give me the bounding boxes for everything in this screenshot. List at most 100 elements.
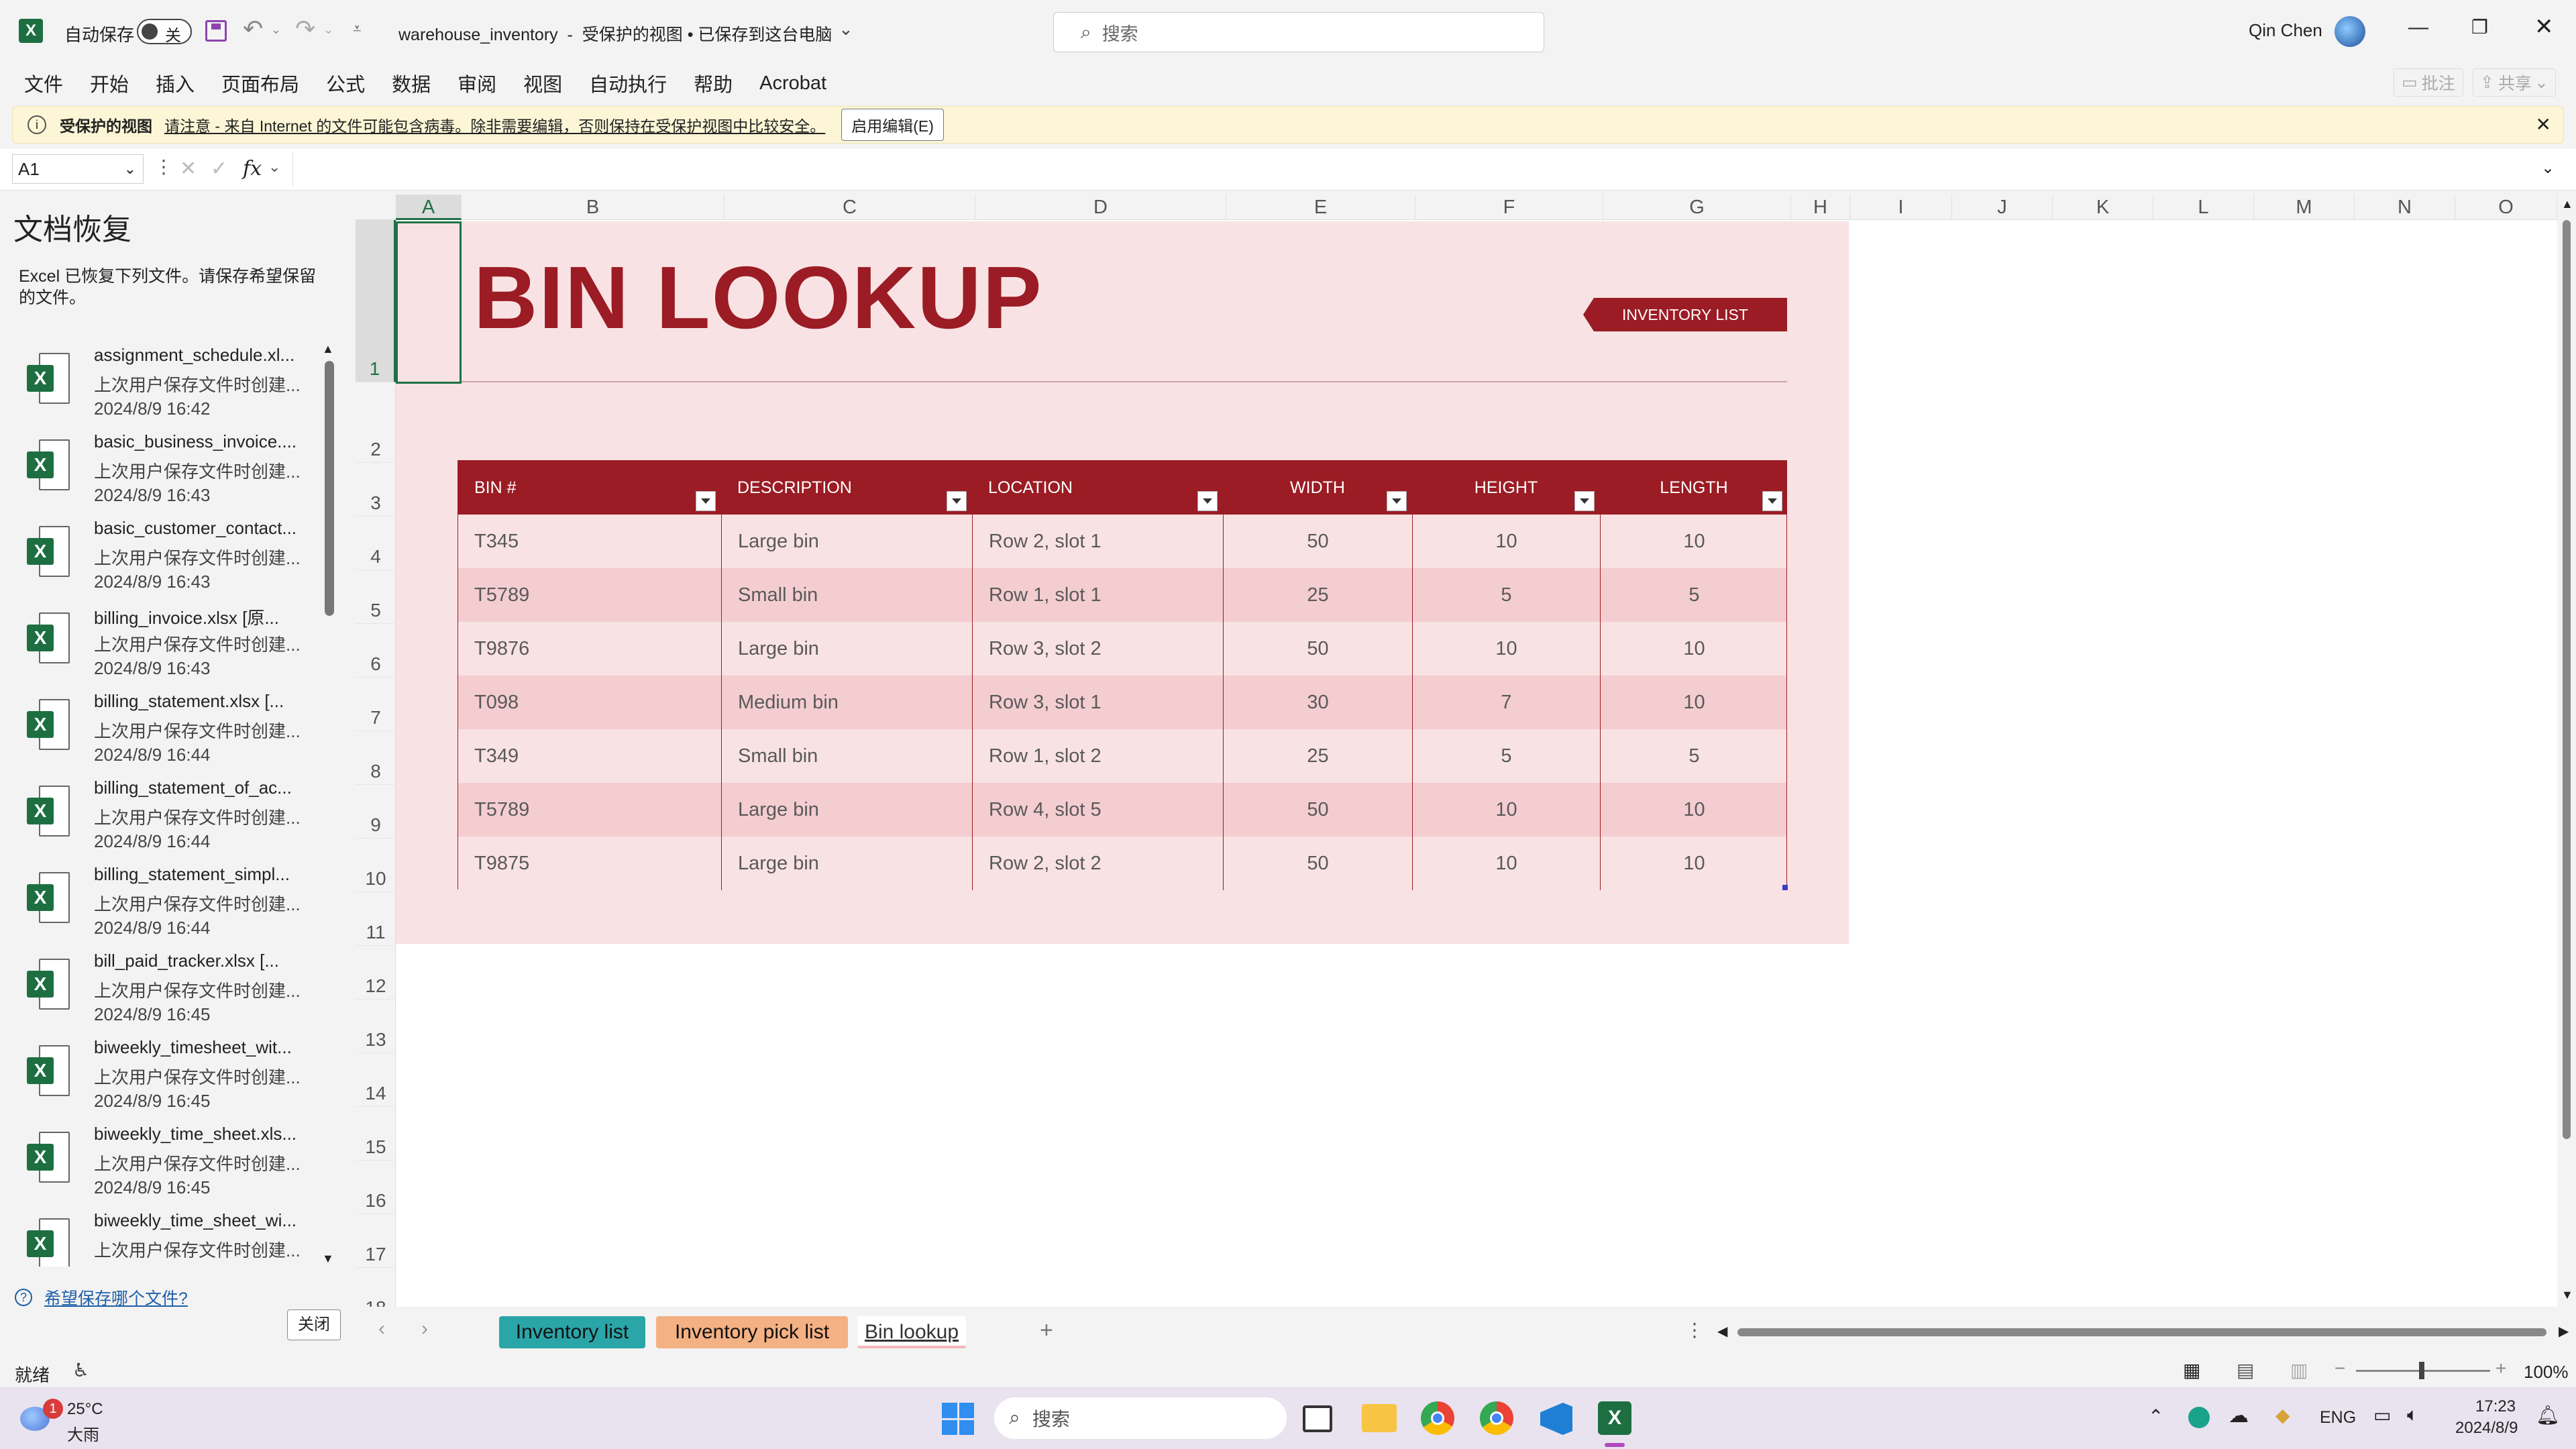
scroll-up-icon[interactable]: ▲ bbox=[322, 342, 334, 356]
table-cell[interactable]: Row 1, slot 2 bbox=[972, 729, 1223, 783]
table-cell[interactable]: 30 bbox=[1223, 676, 1412, 729]
minimize-icon[interactable]: — bbox=[2408, 16, 2428, 39]
undo-icon[interactable]: ↶ bbox=[243, 15, 263, 43]
row-header-13[interactable]: 13 bbox=[356, 1000, 396, 1053]
vertical-scrollbar[interactable]: ▲ ▼ bbox=[2557, 195, 2576, 1307]
scroll-right-icon[interactable]: ▶ bbox=[2559, 1323, 2569, 1340]
language-indicator[interactable]: ENG bbox=[2320, 1408, 2356, 1428]
table-cell[interactable]: T9875 bbox=[458, 837, 721, 890]
menu-data[interactable]: 数据 bbox=[392, 69, 431, 97]
row-header-11[interactable]: 11 bbox=[356, 892, 396, 946]
notification-icon[interactable]: 🔔︎ bbox=[2536, 1404, 2560, 1426]
chrome-icon[interactable] bbox=[1421, 1401, 1454, 1435]
table-cell[interactable]: Row 2, slot 2 bbox=[972, 837, 1223, 890]
page-layout-view-icon[interactable]: ▤ bbox=[2237, 1359, 2254, 1381]
recovery-item[interactable]: Xbiweekly_timesheet_wit... 上次用户保存文件时创建...… bbox=[20, 1037, 329, 1123]
recovery-item[interactable]: Xbilling_statement.xlsx [... 上次用户保存文件时创建.… bbox=[20, 691, 329, 777]
recovery-item[interactable]: Xbilling_statement_simpl... 上次用户保存文件时创建..… bbox=[20, 864, 329, 950]
horizontal-scrollbar[interactable]: ◀ ▶ bbox=[1717, 1323, 2576, 1340]
table-cell[interactable]: T345 bbox=[458, 515, 721, 568]
table-cell[interactable]: 10 bbox=[1600, 515, 1788, 568]
user-name[interactable]: Qin Chen bbox=[2249, 20, 2322, 41]
table-cell[interactable]: Large bin bbox=[721, 515, 972, 568]
row-header-6[interactable]: 6 bbox=[356, 624, 396, 678]
recovery-item[interactable]: Xassignment_schedule.xl... 上次用户保存文件时创建...… bbox=[20, 345, 329, 431]
table-cell[interactable]: Large bin bbox=[721, 837, 972, 890]
filter-dropdown-icon[interactable] bbox=[1387, 491, 1407, 511]
row-header-17[interactable]: 17 bbox=[356, 1214, 396, 1268]
tab-inventory-pick-list[interactable]: Inventory pick list bbox=[656, 1316, 848, 1348]
search-box[interactable]: ⌕ 搜索 bbox=[1053, 12, 1544, 52]
menu-help[interactable]: 帮助 bbox=[694, 69, 733, 97]
close-window-icon[interactable]: ✕ bbox=[2534, 13, 2554, 40]
scroll-down-icon[interactable]: ▼ bbox=[2561, 1288, 2573, 1302]
title-dropdown-icon[interactable]: ⌄ bbox=[839, 19, 853, 40]
row-header-16[interactable]: 16 bbox=[356, 1161, 396, 1214]
vscode-icon[interactable] bbox=[1540, 1403, 1572, 1435]
column-header-o[interactable]: O bbox=[2455, 195, 2557, 220]
next-sheet-icon[interactable]: › bbox=[421, 1318, 428, 1340]
recovery-item[interactable]: Xbilling_invoice.xlsx [原... 上次用户保存文件时创建..… bbox=[20, 604, 329, 690]
windows-start-icon[interactable] bbox=[942, 1403, 974, 1435]
row-header-10[interactable]: 10 bbox=[356, 839, 396, 892]
onedrive-icon[interactable]: ☁ bbox=[2229, 1404, 2249, 1428]
row-header-12[interactable]: 12 bbox=[356, 946, 396, 1000]
row-header-14[interactable]: 14 bbox=[356, 1053, 396, 1107]
table-cell[interactable]: 25 bbox=[1223, 729, 1412, 783]
menu-page-layout[interactable]: 页面布局 bbox=[221, 69, 299, 97]
table-cell[interactable]: 10 bbox=[1600, 676, 1788, 729]
insert-function-icon[interactable]: fx bbox=[243, 157, 262, 180]
table-resize-handle[interactable] bbox=[1782, 885, 1788, 890]
row-header-4[interactable]: 4 bbox=[356, 517, 396, 570]
clock-time[interactable]: 17:23 bbox=[2475, 1397, 2516, 1416]
table-cell[interactable]: Small bin bbox=[721, 568, 972, 622]
which-files-link[interactable]: ? 希望保存哪个文件? bbox=[15, 1285, 188, 1309]
table-cell[interactable]: 10 bbox=[1600, 837, 1788, 890]
undo-dropdown-icon[interactable]: ⌄ bbox=[271, 23, 281, 37]
page-break-view-icon[interactable]: ▥ bbox=[2290, 1359, 2308, 1381]
worksheet-grid[interactable]: ABCDEFGHIJKLMNO 1 2 3 4 5 6 7 8 9 10 11 12 13 14 15 16 1… bbox=[356, 195, 2557, 1307]
zoom-in-icon[interactable]: + bbox=[2496, 1358, 2506, 1379]
column-header-k[interactable]: K bbox=[2053, 195, 2153, 220]
table-cell[interactable]: Row 3, slot 1 bbox=[972, 676, 1223, 729]
recovery-item[interactable]: Xbasic_customer_contact... 上次用户保存文件时创建...… bbox=[20, 518, 329, 604]
column-header-l[interactable]: L bbox=[2153, 195, 2254, 220]
redo-dropdown-icon[interactable]: ⌄ bbox=[323, 23, 333, 37]
scroll-thumb[interactable] bbox=[2563, 220, 2571, 1139]
scroll-down-icon[interactable]: ▼ bbox=[322, 1252, 334, 1266]
autosave-toggle[interactable]: 关 bbox=[137, 19, 192, 45]
table-cell[interactable]: 10 bbox=[1600, 622, 1788, 676]
menu-view[interactable]: 视图 bbox=[523, 69, 562, 97]
menu-insert[interactable]: 插入 bbox=[156, 69, 195, 97]
scroll-thumb[interactable] bbox=[1737, 1328, 2546, 1336]
row-header-3[interactable]: 3 bbox=[356, 463, 396, 517]
chevron-down-icon[interactable]: ⌄ bbox=[268, 158, 280, 176]
file-explorer-icon[interactable] bbox=[1362, 1404, 1397, 1432]
redo-icon[interactable]: ↷ bbox=[295, 15, 315, 43]
table-cell[interactable]: T5789 bbox=[458, 783, 721, 837]
recovery-item[interactable]: Xbill_paid_tracker.xlsx [... 上次用户保存文件时创建.… bbox=[20, 951, 329, 1036]
network-icon[interactable]: ▭ bbox=[2373, 1404, 2391, 1426]
column-header-j[interactable]: J bbox=[1952, 195, 2053, 220]
row-header-15[interactable]: 15 bbox=[356, 1107, 396, 1161]
customize-toolbar-icon[interactable]: ⩡ bbox=[353, 20, 361, 38]
column-header-a[interactable]: A bbox=[396, 195, 462, 220]
table-cell[interactable]: T098 bbox=[458, 676, 721, 729]
row-header-1[interactable]: 1 bbox=[356, 220, 396, 382]
formula-input[interactable] bbox=[292, 152, 2556, 186]
more-options-icon[interactable]: ⋮ bbox=[154, 156, 173, 178]
table-cell[interactable]: Row 4, slot 5 bbox=[972, 783, 1223, 837]
table-cell[interactable]: Large bin bbox=[721, 783, 972, 837]
column-header-d[interactable]: D bbox=[975, 195, 1226, 220]
weather-widget[interactable]: 1 25°C 大雨 bbox=[20, 1396, 154, 1444]
column-header-c[interactable]: C bbox=[724, 195, 975, 220]
show-hidden-icons[interactable]: ⌃ bbox=[2148, 1405, 2163, 1428]
task-view-icon[interactable] bbox=[1303, 1405, 1332, 1432]
recovery-close-button[interactable]: 关闭 bbox=[287, 1309, 341, 1340]
table-cell[interactable]: 50 bbox=[1223, 622, 1412, 676]
menu-formulas[interactable]: 公式 bbox=[326, 69, 365, 97]
filter-dropdown-icon[interactable] bbox=[947, 491, 967, 511]
menu-automate[interactable]: 自动执行 bbox=[589, 69, 667, 97]
close-bar-icon[interactable]: ✕ bbox=[2536, 113, 2551, 136]
table-cell[interactable]: T9876 bbox=[458, 622, 721, 676]
